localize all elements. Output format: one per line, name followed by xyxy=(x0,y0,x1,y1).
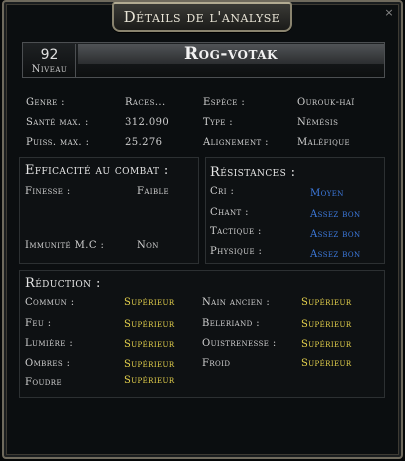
genre-label: Genre : xyxy=(26,97,65,108)
reduction-label: Ombres : xyxy=(25,358,71,369)
reduction-label: Commun : xyxy=(25,297,75,308)
resistance-label: Cri : xyxy=(210,186,235,197)
resistance-value: Assez bon xyxy=(310,229,361,240)
resistance-value: Assez bon xyxy=(310,249,361,260)
resistances-title: Résistances : xyxy=(210,165,296,180)
espece-label: Espèce : xyxy=(203,97,246,108)
reduction-value: Supérieur xyxy=(124,339,175,350)
combat-title: Efficacité au combat : xyxy=(25,163,169,178)
resistance-label: Tactique : xyxy=(210,226,262,237)
immunite-value: Non xyxy=(137,240,159,251)
reduction-value: Supérieur xyxy=(124,319,175,330)
genre-value: Races... xyxy=(125,97,166,108)
reduction-value: Supérieur xyxy=(301,297,352,308)
alignement-label: Alignement : xyxy=(203,137,269,148)
reduction-value: Supérieur xyxy=(124,297,175,308)
sante-value: 312.090 xyxy=(125,117,170,128)
window-title: Détails de l'analyse xyxy=(112,2,292,32)
finesse-value: Faible xyxy=(137,186,170,197)
espece-value: Ourouk-haï xyxy=(297,97,355,108)
type-value: Némésis xyxy=(297,117,339,128)
reduction-label: Lumière : xyxy=(25,338,74,349)
reduction-value: Supérieur xyxy=(301,319,352,330)
reduction-value: Supérieur xyxy=(124,359,175,370)
finesse-label: Finesse : xyxy=(25,186,71,197)
close-icon[interactable]: × xyxy=(382,6,396,20)
immunite-label: Immunité M.C : xyxy=(25,240,105,251)
type-label: Type : xyxy=(203,117,234,128)
sante-label: Santé max. : xyxy=(26,117,89,128)
reduction-label: Feu : xyxy=(25,318,52,329)
reduction-value: Supérieur xyxy=(301,339,352,350)
alignement-value: Maléfique xyxy=(297,137,351,148)
puiss-label: Puiss. max. : xyxy=(26,137,90,148)
resistance-label: Physique : xyxy=(210,246,263,257)
level-label: Niveau xyxy=(31,64,68,75)
puiss-value: 25.276 xyxy=(125,137,163,148)
reduction-title: Réduction : xyxy=(25,276,101,291)
level-value: 92 xyxy=(40,47,59,63)
reduction-value: Supérieur xyxy=(124,375,175,386)
reduction-label: Beleriand : xyxy=(202,318,260,329)
resistance-value: Moyen xyxy=(310,188,344,199)
reduction-label: Ouistrenesse : xyxy=(202,338,277,349)
resistance-label: Chant : xyxy=(210,207,249,218)
reduction-label: Foudre xyxy=(25,377,62,388)
reduction-label: Froid xyxy=(202,358,231,369)
level-box: 92 Niveau xyxy=(24,44,76,78)
character-name: Rog-votak xyxy=(78,44,384,64)
reduction-label: Nain ancien : xyxy=(202,297,271,308)
reduction-value: Supérieur xyxy=(301,358,352,369)
resistance-value: Assez bon xyxy=(310,209,361,220)
